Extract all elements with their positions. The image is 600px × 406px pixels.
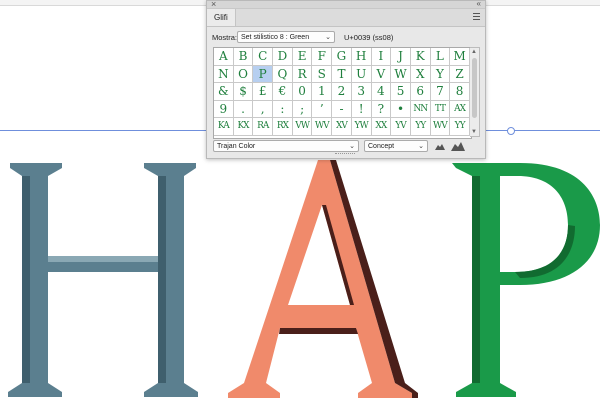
font-family-dropdown[interactable]: Trajan Color ⌄: [213, 140, 359, 152]
glyph-cell[interactable]: U: [351, 65, 372, 83]
glyph-cell[interactable]: WV: [430, 118, 451, 136]
scroll-down-icon[interactable]: ▼: [471, 129, 477, 135]
glyph-cell[interactable]: I: [371, 48, 392, 66]
font-style-value: Concept: [368, 143, 395, 150]
glyph-cell[interactable]: M: [450, 48, 470, 66]
glyph-cell[interactable]: €: [273, 83, 293, 101]
glyph-cell[interactable]: RX: [273, 118, 293, 136]
glyph-cell[interactable]: 0: [292, 83, 313, 101]
glyph-cell[interactable]: £: [253, 83, 274, 101]
chevron-down-icon: ⌄: [349, 143, 355, 150]
show-dropdown[interactable]: Set stilistico 8 : Green ⌄: [237, 31, 335, 43]
glyph-cell[interactable]: :: [273, 100, 293, 118]
glyph-cell[interactable]: R: [292, 65, 313, 83]
glyph-cell[interactable]: !: [351, 100, 372, 118]
glyph-cell[interactable]: Y: [430, 65, 451, 83]
glyph-cell[interactable]: YW: [351, 118, 372, 136]
glyph-cell[interactable]: •: [391, 100, 411, 118]
glyph-cell[interactable]: N: [214, 65, 234, 83]
font-family-value: Trajan Color: [217, 143, 256, 150]
glyph-cell[interactable]: -: [332, 100, 352, 118]
glyph-cell[interactable]: TT: [430, 100, 451, 118]
glyph-cell[interactable]: 1: [312, 83, 333, 101]
glyph-cell[interactable]: F: [312, 48, 333, 66]
glyph-cell[interactable]: .: [233, 100, 254, 118]
glyph-grid: A B C D E F G H I J K L M N O P Q R S T U V W X Y Z & $ £ €0 1 2 3 4 5 6 7 8 9…: [213, 47, 472, 139]
glyph-cell[interactable]: XX: [371, 118, 392, 136]
font-style-dropdown[interactable]: Concept ⌄: [364, 140, 428, 152]
glyph-cell[interactable]: XV: [332, 118, 352, 136]
panel-menu-icon[interactable]: [473, 13, 480, 21]
glyph-cell[interactable]: P: [253, 65, 274, 83]
glyph-cell[interactable]: ’: [312, 100, 333, 118]
glyph-cell[interactable]: L: [430, 48, 451, 66]
glyph-cell[interactable]: NN: [410, 100, 431, 118]
panel-titlebar[interactable]: × «: [207, 0, 485, 9]
glyph-cell[interactable]: Z: [450, 65, 470, 83]
glyph-cell[interactable]: H: [351, 48, 372, 66]
unicode-readout: U+0039 (ss08): [344, 33, 394, 42]
font-row: Trajan Color ⌄ Concept ⌄: [207, 140, 485, 153]
glyph-cell[interactable]: VW: [292, 118, 313, 136]
glyph-cell[interactable]: 3: [351, 83, 372, 101]
glyph-cell[interactable]: J: [391, 48, 411, 66]
glyph-cell[interactable]: D: [273, 48, 293, 66]
glyph-cell[interactable]: 6: [410, 83, 431, 101]
glyph-cell[interactable]: 4: [371, 83, 392, 101]
show-row: Mostra: Set stilistico 8 : Green ⌄ U+003…: [207, 27, 485, 49]
show-dropdown-value: Set stilistico 8 : Green: [241, 34, 310, 41]
zoom-in-icon[interactable]: [451, 141, 465, 151]
letter-p[interactable]: [452, 163, 600, 397]
glyph-cell[interactable]: C: [253, 48, 274, 66]
show-label: Mostra:: [212, 33, 238, 42]
glyph-cell[interactable]: G: [332, 48, 352, 66]
letter-a[interactable]: [228, 160, 418, 398]
glyph-cell[interactable]: YY: [410, 118, 431, 136]
glyph-cell[interactable]: $: [233, 83, 254, 101]
glyph-cell[interactable]: E: [292, 48, 313, 66]
glyph-cell[interactable]: B: [233, 48, 254, 66]
panel-tab-row: Glifi: [207, 9, 485, 27]
glyph-cell[interactable]: KA: [214, 118, 234, 136]
guide-anchor-point[interactable]: [507, 127, 515, 135]
glyph-cell[interactable]: RA: [253, 118, 274, 136]
glyph-cell[interactable]: ?: [371, 100, 392, 118]
glyph-cell[interactable]: AX: [450, 100, 470, 118]
chevron-down-icon: ⌄: [418, 143, 424, 150]
glyph-cell[interactable]: X: [410, 65, 431, 83]
panel-resize-grip[interactable]: [335, 153, 355, 156]
glyph-cell[interactable]: 7: [430, 83, 451, 101]
glyph-cell[interactable]: 8: [450, 83, 470, 101]
tab-glifi[interactable]: Glifi: [207, 9, 236, 26]
glyph-cell[interactable]: W: [391, 65, 411, 83]
glyph-cell[interactable]: O: [233, 65, 254, 83]
glyph-cell[interactable]: V: [371, 65, 392, 83]
zoom-out-icon[interactable]: [435, 142, 445, 150]
glyph-cell[interactable]: S: [312, 65, 333, 83]
glyph-cell[interactable]: Q: [273, 65, 293, 83]
glyphs-panel: × « Glifi Mostra: Set stilistico 8 : Gre…: [206, 0, 486, 159]
letter-h[interactable]: [8, 163, 198, 397]
glyph-cell[interactable]: KX: [233, 118, 254, 136]
glyph-cell[interactable]: ;: [292, 100, 313, 118]
scroll-up-icon[interactable]: ▲: [471, 49, 477, 55]
glyph-cell[interactable]: &: [214, 83, 234, 101]
scroll-thumb[interactable]: [472, 58, 477, 118]
glyph-grid-scrollbar[interactable]: ▲ ▼: [470, 47, 480, 137]
glyph-cell[interactable]: ,: [253, 100, 274, 118]
glyph-cell[interactable]: YY: [450, 118, 470, 136]
glyph-cell[interactable]: 2: [332, 83, 352, 101]
glyph-cell[interactable]: T: [332, 65, 352, 83]
glyph-cell[interactable]: WV: [312, 118, 333, 136]
glyph-cell[interactable]: YV: [391, 118, 411, 136]
glyph-cell[interactable]: 9: [214, 100, 234, 118]
glyph-cell[interactable]: 5: [391, 83, 411, 101]
glyph-cell[interactable]: A: [214, 48, 234, 66]
chevron-down-icon: ⌄: [325, 34, 331, 41]
glyph-cell[interactable]: K: [410, 48, 431, 66]
